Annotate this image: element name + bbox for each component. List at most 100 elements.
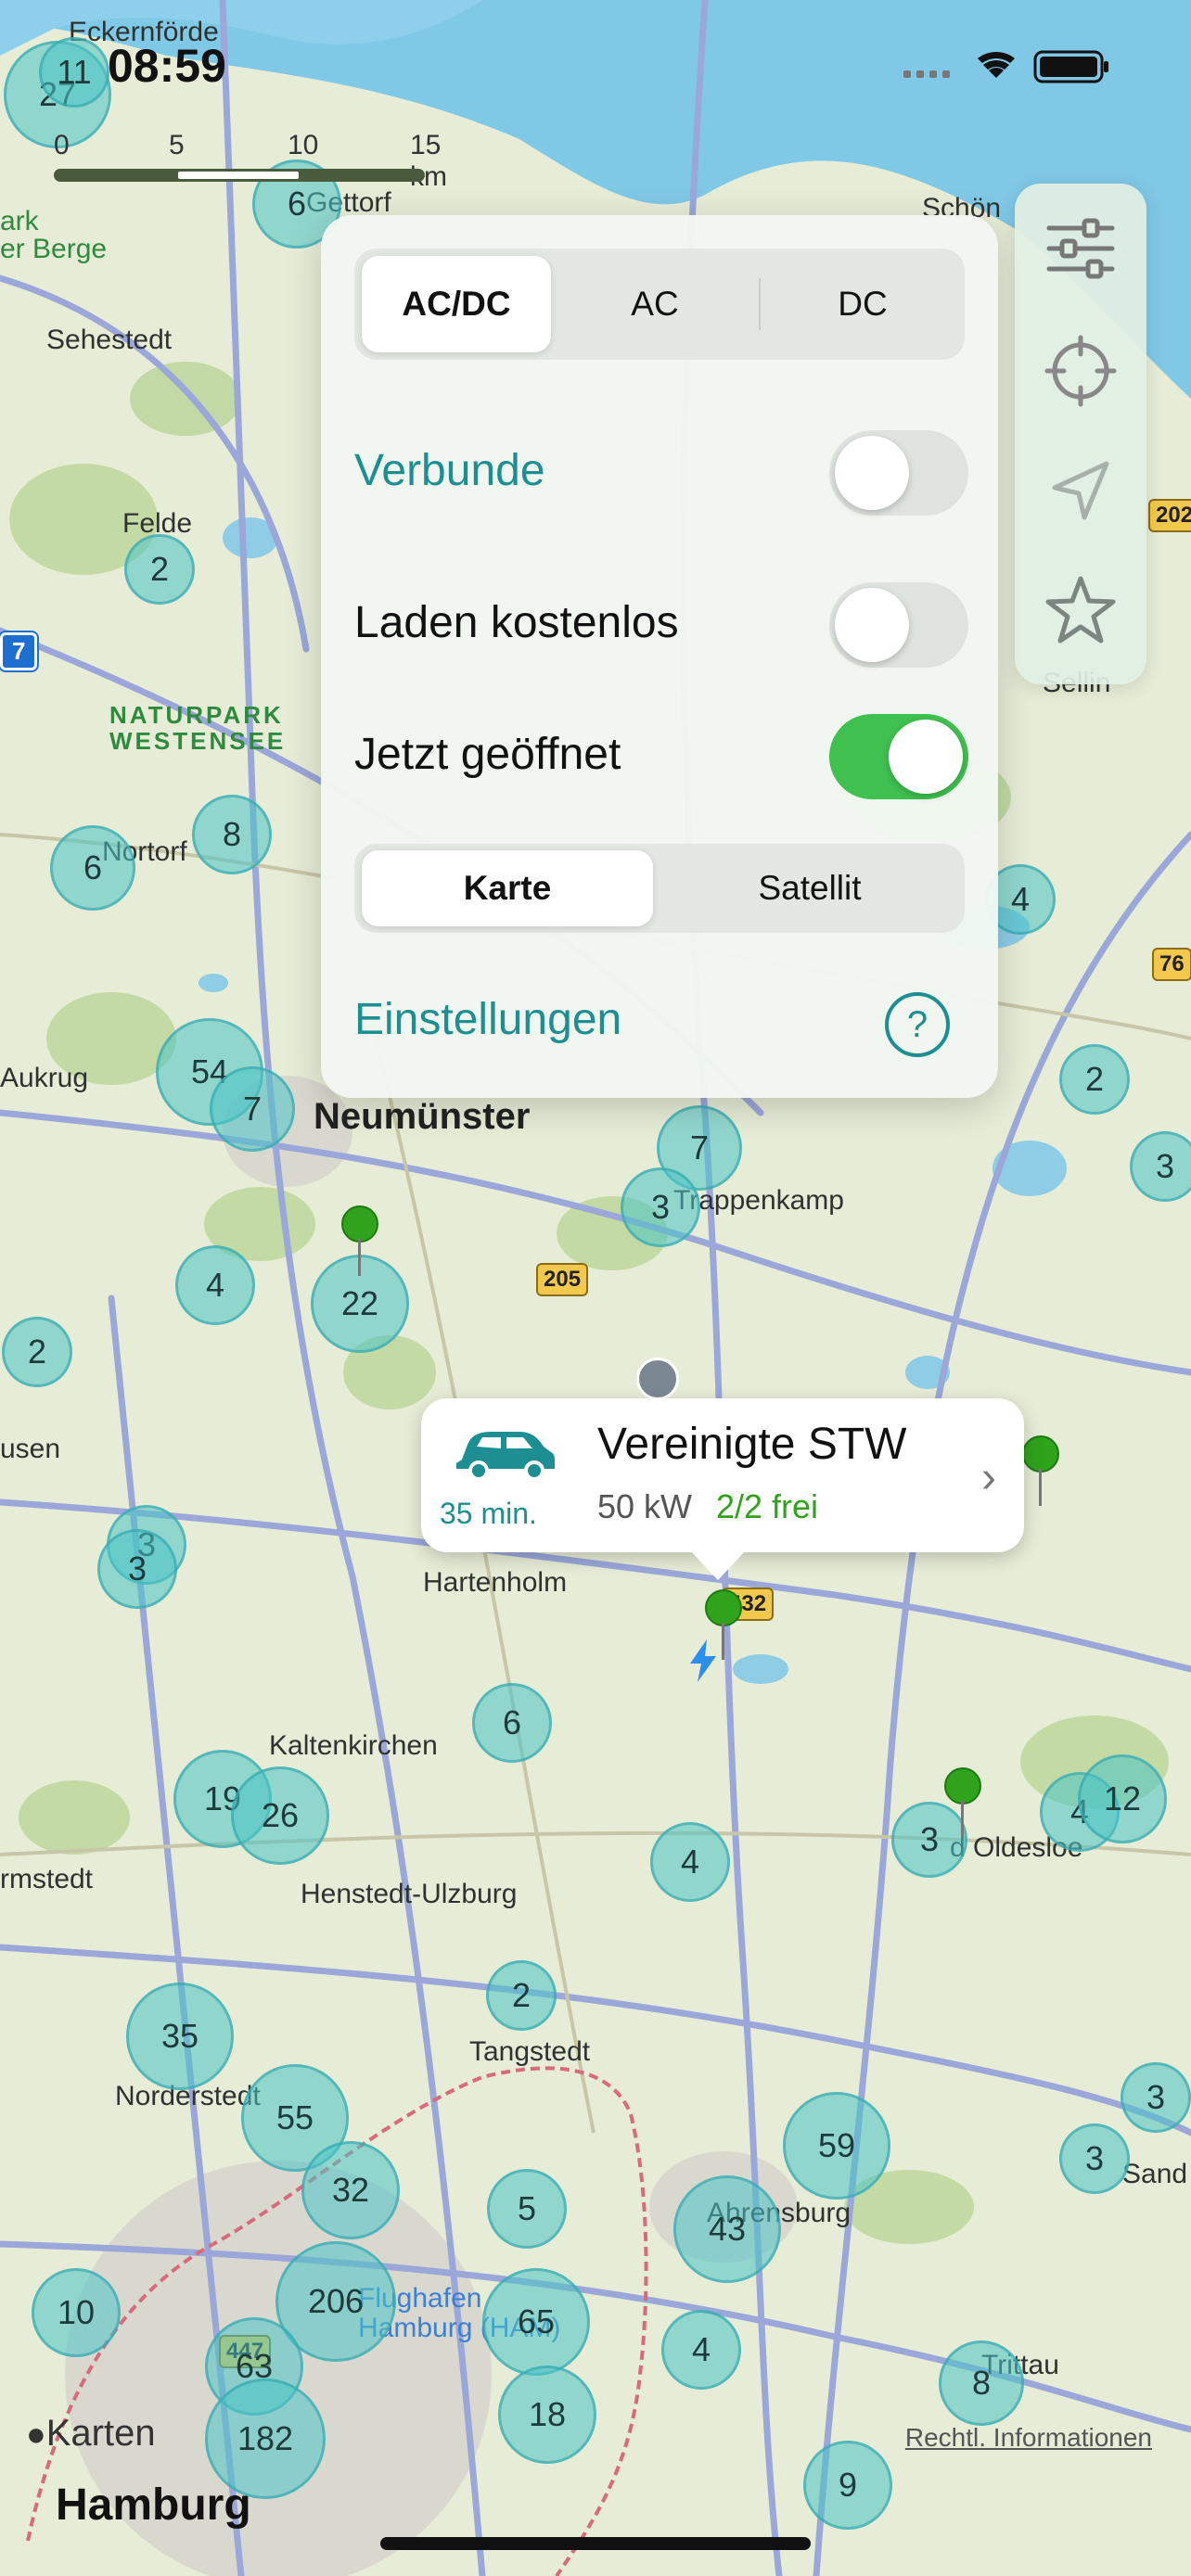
segment-ac-dc[interactable]: AC/DC	[362, 256, 551, 352]
place-label: Tangstedt	[469, 2036, 591, 2067]
scale-tick: 15 km	[410, 130, 447, 192]
place-label: Aukrug	[0, 1063, 89, 1093]
filter-panel: AC/DC AC DC Verbunde Laden kostenlos Jet…	[321, 215, 998, 1098]
station-cluster[interactable]: 7	[210, 1066, 295, 1152]
road-shield: 7	[0, 631, 40, 672]
scale-tick: 5	[169, 130, 185, 160]
place-label: Sehestedt	[46, 325, 173, 355]
station-title: Vereinigte STW	[597, 1420, 907, 1469]
place-label: er Berge	[0, 234, 108, 264]
lightning-icon	[690, 1639, 716, 1682]
toggle-laden-kostenlos[interactable]	[829, 582, 968, 668]
station-cluster[interactable]: 3	[1130, 1131, 1191, 1202]
toggle-verbunde[interactable]	[829, 430, 968, 516]
station-cluster[interactable]: 6	[50, 825, 135, 911]
segment-ac[interactable]: AC	[560, 256, 749, 352]
toggle-label-laden-kostenlos: Laden kostenlos	[354, 598, 679, 647]
toggle-jetzt-geoeffnet[interactable]	[829, 714, 968, 799]
station-cluster[interactable]: 2	[1059, 1044, 1130, 1115]
station-cluster[interactable]: 3	[1059, 2123, 1130, 2194]
station-cluster[interactable]: 4	[650, 1822, 730, 1902]
station-cluster[interactable]: 11	[39, 37, 109, 108]
wifi-icon	[978, 51, 1015, 78]
station-cluster[interactable]: 9	[803, 2441, 892, 2530]
station-cluster[interactable]: 26	[231, 1766, 329, 1865]
station-cluster[interactable]: 6	[472, 1683, 552, 1763]
toggle-knob	[835, 436, 909, 510]
place-label: Henstedt-Ulzburg	[301, 1879, 518, 1909]
settings-link[interactable]: Einstellungen	[354, 994, 621, 1045]
scale-tick: 0	[54, 130, 70, 160]
legal-link[interactable]: Rechtl. Informationen	[905, 2423, 1152, 2453]
filter-sliders-icon[interactable]	[1044, 211, 1118, 286]
station-cluster[interactable]: 5	[487, 2169, 567, 2249]
status-icons	[903, 50, 1108, 83]
road-shield: 205	[536, 1263, 589, 1296]
station-cluster[interactable]: 43	[673, 2175, 781, 2283]
travel-time: 35 min.	[440, 1497, 537, 1530]
place-label: rmstedt	[0, 1864, 94, 1894]
station-cluster[interactable]: 3	[891, 1802, 967, 1878]
charger-pin[interactable]	[341, 1205, 378, 1276]
place-label: Hartenholm	[423, 1567, 568, 1598]
toggle-knob	[835, 588, 909, 662]
road-shield: 76	[1152, 948, 1191, 981]
station-cluster[interactable]: 2	[124, 534, 195, 605]
station-cluster[interactable]: 65	[482, 2268, 590, 2376]
location-dot-icon[interactable]	[636, 1358, 679, 1400]
station-cluster[interactable]: 32	[301, 2141, 400, 2239]
maps-brand-label: Karten	[45, 2413, 156, 2454]
map-type-segmented-control[interactable]: Karte Satellit	[354, 844, 965, 933]
chevron-right-icon[interactable]: ›	[981, 1452, 996, 1503]
charger-pin[interactable]	[944, 1767, 981, 1838]
place-label: WESTENSEE	[109, 727, 287, 755]
station-cluster[interactable]: 4	[661, 2310, 741, 2390]
help-icon[interactable]: ?	[885, 992, 950, 1057]
station-cluster[interactable]: 3	[1121, 2062, 1191, 2133]
scale-tick: 10	[288, 130, 319, 160]
status-time: 08:59	[108, 40, 226, 92]
segment-satellit[interactable]: Satellit	[662, 850, 957, 926]
station-cluster[interactable]: 10	[32, 2268, 121, 2357]
place-label: usen	[0, 1434, 61, 1464]
station-cluster[interactable]: 59	[783, 2092, 890, 2200]
crosshair-icon[interactable]	[1044, 334, 1118, 408]
station-cluster[interactable]: 4	[175, 1245, 255, 1325]
station-cluster[interactable]: 12	[1078, 1754, 1167, 1843]
maps-brand: ●Karten	[26, 2413, 156, 2455]
station-cluster[interactable]: 3	[97, 1529, 177, 1609]
car-icon	[456, 1432, 555, 1481]
segment-dc[interactable]: DC	[768, 256, 957, 352]
station-availability: 2/2 frei	[716, 1487, 819, 1525]
station-cluster[interactable]: 35	[126, 1983, 234, 2090]
battery-icon	[1033, 50, 1108, 83]
charger-pin[interactable]	[1022, 1435, 1059, 1506]
map-toolbar	[1015, 184, 1146, 684]
toggle-label-verbunde[interactable]: Verbunde	[354, 445, 545, 496]
location-arrow-icon[interactable]	[1044, 454, 1118, 529]
scale-bar	[54, 169, 425, 182]
home-indicator[interactable]	[380, 2537, 811, 2550]
charger-pin[interactable]	[705, 1589, 742, 1660]
toggle-label-jetzt-geoeffnet: Jetzt geöffnet	[354, 730, 621, 779]
station-cluster[interactable]: 18	[498, 2366, 596, 2464]
station-cluster[interactable]: 2	[2, 1317, 72, 1387]
map-scale: 0 5 10 15 km	[54, 130, 447, 192]
station-cluster[interactable]: 182	[205, 2378, 326, 2499]
place-label: Hamburg	[56, 2480, 251, 2530]
station-power: 50 kW	[597, 1487, 693, 1525]
star-icon[interactable]	[1044, 573, 1118, 647]
station-callout[interactable]: 35 min. Vereinigte STW 50 kW 2/2 frei ›	[421, 1398, 1024, 1580]
segment-karte[interactable]: Karte	[362, 850, 653, 926]
place-label: Sand	[1122, 2159, 1188, 2189]
station-cluster[interactable]: 8	[192, 795, 272, 874]
power-type-segmented-control[interactable]: AC/DC AC DC	[354, 249, 965, 360]
station-cluster[interactable]: 8	[939, 2340, 1024, 2426]
segment-divider	[759, 278, 761, 330]
apple-logo-icon: ●	[26, 2415, 46, 2453]
signal-icon	[903, 70, 950, 78]
toggle-knob	[889, 720, 963, 794]
place-label: ark	[0, 206, 39, 236]
station-cluster[interactable]: 3	[621, 1167, 700, 1247]
station-cluster[interactable]: 2	[486, 1960, 557, 2031]
